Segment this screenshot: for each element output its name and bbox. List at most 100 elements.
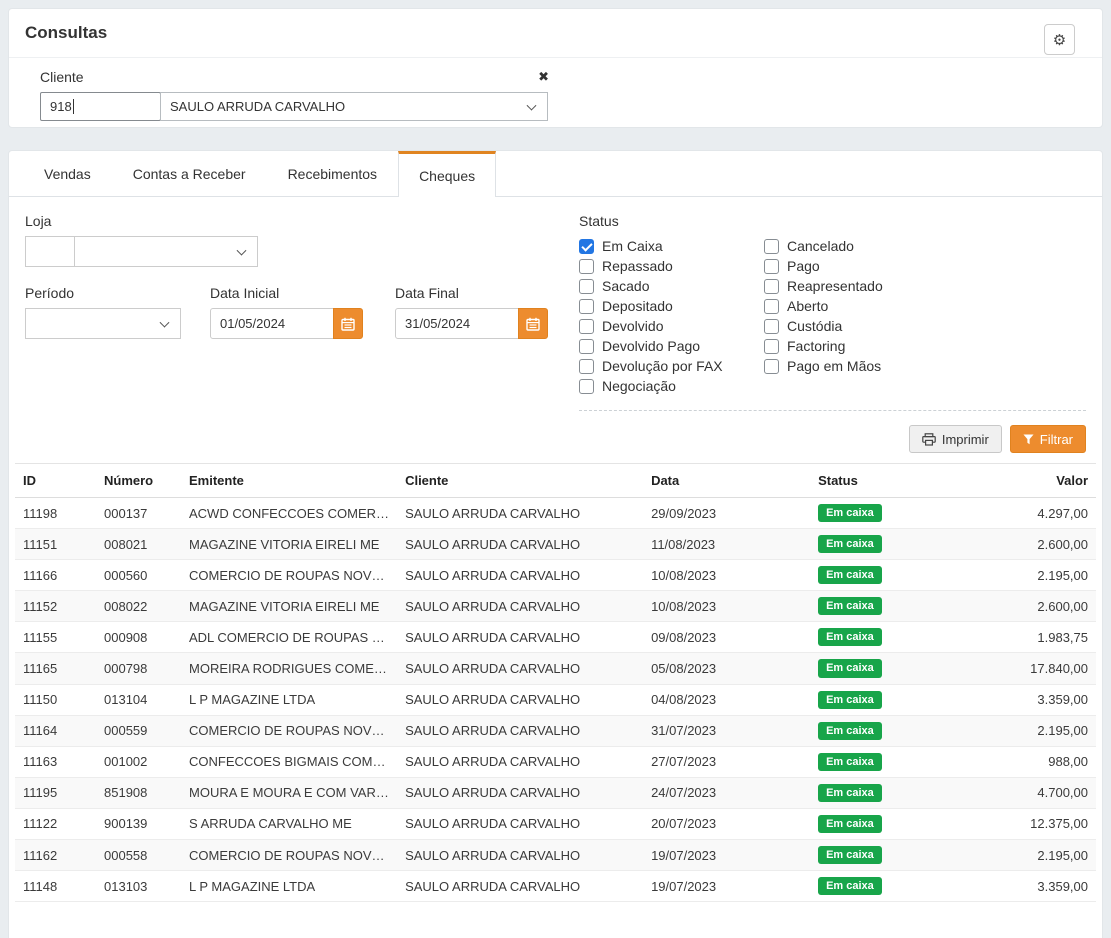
checkbox-icon[interactable] — [764, 339, 779, 354]
data-final-input[interactable]: 31/05/2024 — [395, 308, 519, 339]
status-checkbox-item[interactable]: Em Caixa — [579, 236, 764, 256]
checkbox-icon[interactable] — [579, 319, 594, 334]
cell-emitente: MOURA E MOURA E COM VAR… — [181, 777, 397, 808]
loja-label: Loja — [25, 213, 549, 229]
cell-valor: 3.359,00 — [960, 684, 1096, 715]
data-final-calendar-button[interactable] — [518, 308, 548, 339]
column-header-cliente: Cliente — [397, 464, 643, 498]
status-checkbox-item[interactable]: Devolvido Pago — [579, 336, 764, 356]
table-body: 11198 000137 ACWD CONFECCOES COMER… SAUL… — [15, 498, 1096, 902]
cheques-panel: Loja Período — [9, 197, 1102, 938]
cell-data: 05/08/2023 — [643, 653, 810, 684]
cheques-table: ID Número Emitente Cliente Data Status V… — [15, 463, 1096, 902]
table-row[interactable]: 11148 013103 L P MAGAZINE LTDA SAULO ARR… — [15, 871, 1096, 902]
table-row[interactable]: 11195 851908 MOURA E MOURA E COM VAR… SA… — [15, 777, 1096, 808]
table-row[interactable]: 11151 008021 MAGAZINE VITORIA EIRELI ME … — [15, 529, 1096, 560]
cell-valor: 2.600,00 — [960, 529, 1096, 560]
checkbox-icon[interactable] — [579, 339, 594, 354]
status-badge: Em caixa — [818, 877, 882, 895]
filter-icon — [1023, 434, 1034, 445]
client-name-value: SAULO ARRUDA CARVALHO — [170, 99, 345, 114]
checkbox-icon[interactable] — [764, 279, 779, 294]
checkbox-icon[interactable] — [579, 359, 594, 374]
checkbox-icon[interactable] — [764, 259, 779, 274]
cell-numero: 900139 — [96, 808, 181, 839]
status-checkbox-item[interactable]: Repassado — [579, 256, 764, 276]
filter-button[interactable]: Filtrar — [1010, 425, 1086, 453]
status-checkbox-item[interactable]: Custódia — [764, 316, 949, 336]
checkbox-icon[interactable] — [764, 319, 779, 334]
cell-numero: 008022 — [96, 591, 181, 622]
status-checkbox-item[interactable]: Devolvido — [579, 316, 764, 336]
client-clear-button[interactable]: ✖ — [538, 69, 549, 85]
status-checkbox-label: Em Caixa — [602, 238, 663, 254]
status-column-2: Cancelado Pago — [764, 236, 949, 396]
data-inicial-calendar-button[interactable] — [333, 308, 363, 339]
loja-code-input[interactable] — [25, 236, 75, 267]
table-row[interactable]: 11165 000798 MOREIRA RODRIGUES COME… SAU… — [15, 653, 1096, 684]
checkbox-icon[interactable] — [579, 239, 594, 254]
status-badge: Em caixa — [818, 566, 882, 584]
table-row[interactable]: 11164 000559 COMERCIO DE ROUPAS NOV… SAU… — [15, 715, 1096, 746]
table-row[interactable]: 11163 001002 CONFECCOES BIGMAIS COM… SAU… — [15, 746, 1096, 777]
table-row[interactable]: 11166 000560 COMERCIO DE ROUPAS NOV… SAU… — [15, 560, 1096, 591]
cell-emitente: MAGAZINE VITORIA EIRELI ME — [181, 529, 397, 560]
checkbox-icon[interactable] — [764, 359, 779, 374]
cell-status: Em caixa — [810, 591, 960, 622]
data-inicial-input[interactable]: 01/05/2024 — [210, 308, 334, 339]
checkbox-icon[interactable] — [764, 299, 779, 314]
status-checkbox-item[interactable]: Sacado — [579, 276, 764, 296]
client-code-input[interactable]: 918 — [40, 92, 161, 121]
cell-status: Em caixa — [810, 871, 960, 902]
status-checkbox-item[interactable]: Aberto — [764, 296, 949, 316]
cell-data: 09/08/2023 — [643, 622, 810, 653]
consultas-header: Consultas — [9, 9, 1102, 58]
cell-id: 11195 — [15, 777, 96, 808]
status-label: Status — [579, 213, 1086, 229]
cell-data: 10/08/2023 — [643, 591, 810, 622]
cell-status: Em caixa — [810, 498, 960, 529]
status-checkbox-item[interactable]: Reapresentado — [764, 276, 949, 296]
tab-vendas[interactable]: Vendas — [23, 151, 112, 196]
table-row[interactable]: 11152 008022 MAGAZINE VITORIA EIRELI ME … — [15, 591, 1096, 622]
cell-valor: 17.840,00 — [960, 653, 1096, 684]
table-row[interactable]: 11198 000137 ACWD CONFECCOES COMER… SAUL… — [15, 498, 1096, 529]
status-checkbox-label: Reapresentado — [787, 278, 883, 294]
status-checkbox-item[interactable]: Pago — [764, 256, 949, 276]
close-icon: ✖ — [538, 69, 549, 84]
periodo-select[interactable] — [25, 308, 181, 339]
tab-recebimentos[interactable]: Recebimentos — [267, 151, 399, 196]
status-badge: Em caixa — [818, 628, 882, 646]
checkbox-icon[interactable] — [579, 279, 594, 294]
column-header-id: ID — [15, 464, 96, 498]
status-checkbox-item[interactable]: Devolução por FAX — [579, 356, 764, 376]
status-checkbox-item[interactable]: Depositado — [579, 296, 764, 316]
status-badge: Em caixa — [818, 504, 882, 522]
client-name-select[interactable]: SAULO ARRUDA CARVALHO — [160, 92, 548, 121]
settings-button[interactable]: ⚙ — [1044, 24, 1075, 55]
cell-id: 11122 — [15, 808, 96, 839]
cell-status: Em caixa — [810, 746, 960, 777]
checkbox-icon[interactable] — [579, 299, 594, 314]
cell-numero: 000798 — [96, 653, 181, 684]
status-checkbox-label: Pago em Mãos — [787, 358, 881, 374]
checkbox-icon[interactable] — [764, 239, 779, 254]
tab-contas-a-receber[interactable]: Contas a Receber — [112, 151, 267, 196]
table-row[interactable]: 11150 013104 L P MAGAZINE LTDA SAULO ARR… — [15, 684, 1096, 715]
table-row[interactable]: 11155 000908 ADL COMERCIO DE ROUPAS … SA… — [15, 622, 1096, 653]
checkbox-icon[interactable] — [579, 379, 594, 394]
loja-select[interactable] — [74, 236, 258, 267]
status-checkbox-item[interactable]: Cancelado — [764, 236, 949, 256]
table-row[interactable]: 11162 000558 COMERCIO DE ROUPAS NOV… SAU… — [15, 840, 1096, 871]
table-row[interactable]: 11122 900139 S ARRUDA CARVALHO ME SAULO … — [15, 808, 1096, 839]
status-checkbox-item[interactable]: Factoring — [764, 336, 949, 356]
status-checkbox-item[interactable]: Negociação — [579, 376, 764, 396]
cell-data: 27/07/2023 — [643, 746, 810, 777]
filters-left: Loja Período — [25, 213, 549, 411]
cell-emitente: MOREIRA RODRIGUES COME… — [181, 653, 397, 684]
tab-cheques[interactable]: Cheques — [398, 151, 496, 197]
cell-cliente: SAULO ARRUDA CARVALHO — [397, 560, 643, 591]
print-button[interactable]: Imprimir — [909, 425, 1002, 453]
status-checkbox-item[interactable]: Pago em Mãos — [764, 356, 949, 376]
checkbox-icon[interactable] — [579, 259, 594, 274]
